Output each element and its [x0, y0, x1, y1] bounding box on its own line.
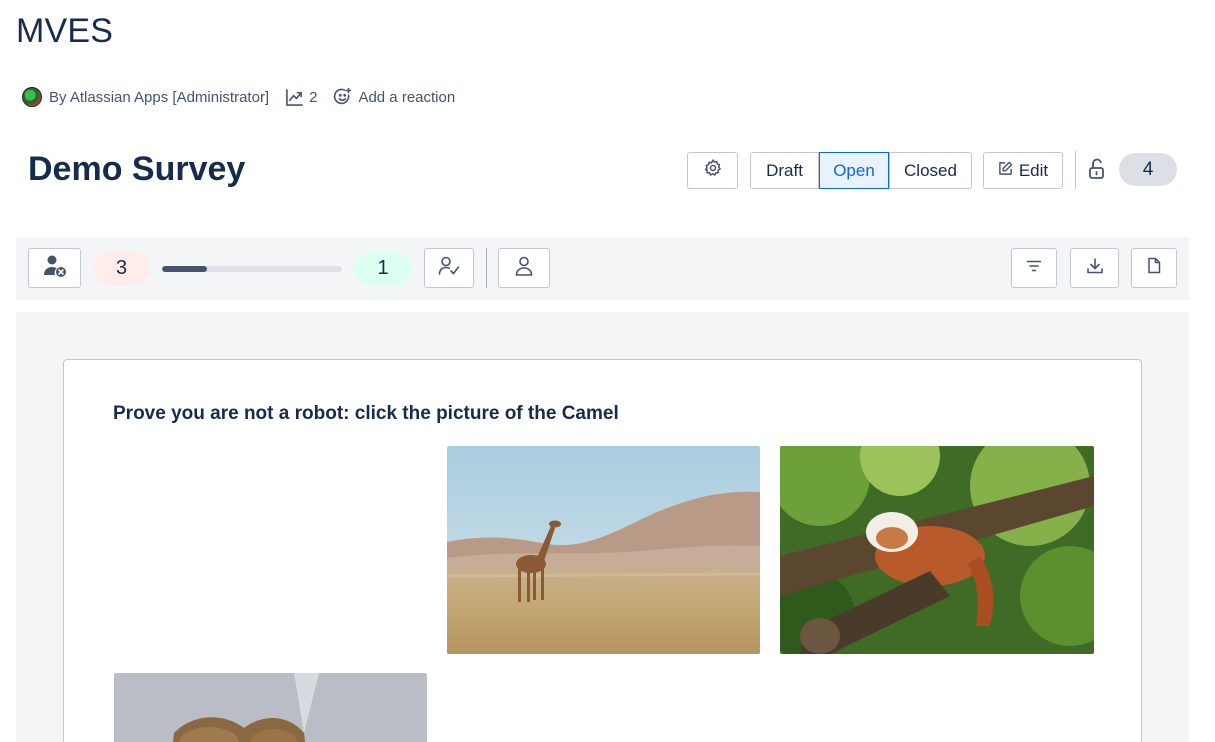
status-closed-button[interactable]: Closed — [889, 152, 972, 189]
author-link[interactable]: By Atlassian Apps [Administrator] — [22, 87, 269, 107]
add-reaction-label: Add a reaction — [358, 88, 456, 106]
giraffe-image-option[interactable] — [447, 446, 760, 654]
unlock-icon[interactable] — [1087, 157, 1107, 186]
views-counter[interactable]: 2 — [285, 88, 317, 107]
user-avatar — [22, 87, 42, 107]
download-icon — [1086, 257, 1104, 280]
user-remove-icon — [42, 253, 68, 284]
edit-icon — [998, 161, 1013, 181]
user-check-button[interactable] — [424, 248, 474, 288]
survey-title: Demo Survey — [28, 150, 246, 188]
author-label: By Atlassian Apps [Administrator] — [49, 88, 270, 106]
red-panda-image-option[interactable] — [780, 446, 1094, 654]
status-draft-button[interactable]: Draft — [750, 152, 819, 189]
declined-count-badge: 3 — [93, 252, 150, 285]
camel-image-option[interactable] — [114, 673, 427, 742]
header-divider — [1075, 151, 1076, 189]
gear-icon — [703, 158, 723, 183]
toolbar-divider — [486, 248, 487, 288]
edit-button[interactable]: Edit — [983, 152, 1063, 189]
edit-label: Edit — [1018, 160, 1049, 180]
question-text: Prove you are not a robot: click the pic… — [113, 403, 619, 424]
user-check-icon — [438, 255, 460, 282]
responses-count-badge: 4 — [1119, 153, 1177, 186]
page-byline: By Atlassian Apps [Administrator] 2 Add … — [22, 86, 455, 108]
add-reaction-button[interactable]: Add a reaction — [333, 87, 455, 107]
filter-icon — [1026, 259, 1042, 278]
emoji-add-icon — [333, 87, 353, 107]
survey-canvas: Prove you are not a robot: click the pic… — [16, 312, 1189, 742]
response-progress-fill — [162, 266, 207, 272]
download-button[interactable] — [1070, 248, 1119, 288]
document-icon — [1147, 257, 1161, 279]
question-card: Prove you are not a robot: click the pic… — [63, 359, 1142, 742]
export-document-button[interactable] — [1131, 248, 1177, 288]
filter-button[interactable] — [1011, 248, 1057, 288]
views-count: 2 — [309, 88, 318, 106]
status-segmented-control: Draft Open Closed — [750, 152, 972, 189]
remove-user-button[interactable] — [28, 248, 81, 288]
user-icon — [514, 255, 534, 282]
page-title: MVES — [16, 12, 114, 50]
chart-trend-icon — [285, 88, 304, 107]
settings-button[interactable] — [687, 152, 738, 189]
status-open-button[interactable]: Open — [819, 152, 889, 189]
responses-toolbar: 3 1 — [16, 237, 1189, 300]
user-button[interactable] — [498, 248, 550, 288]
accepted-count-badge: 1 — [354, 252, 412, 285]
response-progress-bar — [162, 266, 342, 272]
